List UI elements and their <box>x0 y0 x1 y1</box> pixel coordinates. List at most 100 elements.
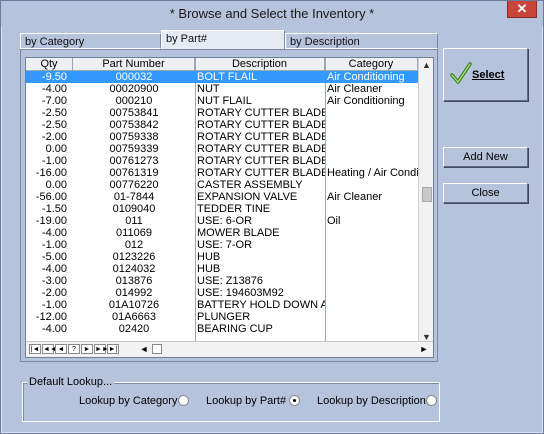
scroll-right-icon[interactable]: ► <box>417 343 431 356</box>
table-row[interactable]: -16.00 00761319 ROTARY CUTTER BLADE Heating… <box>26 167 418 179</box>
cell-description: HUB <box>197 263 221 275</box>
cell-part-number: 0123226 <box>112 251 156 263</box>
cell-part-number: 0124032 <box>112 263 156 275</box>
add-new-button[interactable]: Add New <box>443 147 528 167</box>
cell-part-number: 00761273 <box>109 155 159 167</box>
cell-qty: -9.50 <box>41 71 67 83</box>
nav-last-icon[interactable]: ►| <box>107 344 119 354</box>
table-row[interactable]: -12.00 01A6663 PLUNGER <box>26 311 418 323</box>
table-row[interactable]: -1.00 012 USE: 7-OR <box>26 239 418 251</box>
cell-category: Air Conditioning <box>327 95 405 107</box>
default-lookup-legend: Default Lookup... <box>27 376 115 388</box>
cell-qty: -1.50 <box>41 203 67 215</box>
scroll-thumb[interactable] <box>422 187 432 202</box>
table-row[interactable]: -4.00 011069 MOWER BLADE <box>26 227 418 239</box>
cell-description: ROTARY CUTTER BLADE <box>197 143 325 155</box>
cell-category <box>325 155 418 167</box>
cell-qty: 0.00 <box>45 179 67 191</box>
lookup-by-description-radio[interactable] <box>426 395 437 406</box>
grid-rows: -9.50 000032 BOLT FLAIL Air Conditioning -4.… <box>26 71 418 335</box>
tab-by-description[interactable]: by Description <box>285 33 438 49</box>
cell-category: Air Cleaner <box>327 83 383 95</box>
cell-part-number: 00020900 <box>109 83 159 95</box>
cell-description: NUT FLAIL <box>197 95 252 107</box>
table-row[interactable]: -56.00 01-7844 EXPANSION VALVE Air Cleaner <box>26 191 418 203</box>
table-row[interactable]: -9.50 000032 BOLT FLAIL Air Conditioning <box>26 71 418 83</box>
table-row[interactable]: -2.00 00759338 ROTARY CUTTER BLADE <box>26 131 418 143</box>
lookup-by-description-label[interactable]: Lookup by Description <box>317 395 426 407</box>
cell-description: BOLT FLAIL <box>197 71 258 83</box>
select-button[interactable]: Select <box>443 48 528 101</box>
table-row[interactable]: -1.00 00761273 ROTARY CUTTER BLADE <box>26 155 418 167</box>
cell-description: BATTERY HOLD DOWN ASY <box>197 299 325 311</box>
inventory-grid[interactable]: Qty Part Number Description Category -9.… <box>25 57 434 358</box>
table-row[interactable]: -3.00 013876 USE: Z13876 <box>26 275 418 287</box>
cell-description: PLUNGER <box>197 311 251 323</box>
table-row[interactable]: 0.00 00776220 CASTER ASSEMBLY <box>26 179 418 191</box>
table-row[interactable]: -7.00 000210 NUT FLAIL Air Conditioning <box>26 95 418 107</box>
cell-part-number: 013876 <box>115 275 153 287</box>
cell-qty: -16.00 <box>35 167 67 179</box>
lookup-by-part-label[interactable]: Lookup by Part# <box>206 395 286 407</box>
cell-category <box>325 263 418 275</box>
column-header-qty[interactable]: Qty <box>26 58 73 71</box>
cell-category <box>325 311 418 323</box>
cell-qty: -1.00 <box>41 299 67 311</box>
cell-part-number: 00759339 <box>109 143 159 155</box>
cell-part-number: 00776220 <box>109 179 159 191</box>
nav-page-forward-icon[interactable]: ►► <box>94 344 109 354</box>
scroll-left-icon[interactable]: ◄ <box>137 343 151 356</box>
table-row[interactable]: -5.00 0123226 HUB <box>26 251 418 263</box>
tab-by-category[interactable]: by Category <box>20 33 161 49</box>
lookup-by-part-radio[interactable] <box>289 395 300 406</box>
lookup-by-category-radio[interactable] <box>178 395 189 406</box>
cell-description: EXPANSION VALVE <box>197 191 298 203</box>
table-row[interactable]: -2.00 014992 USE: 194603M92 <box>26 287 418 299</box>
nav-first-icon[interactable]: |◄ <box>29 344 41 354</box>
cell-category <box>325 323 418 335</box>
cell-part-number: 02420 <box>118 323 150 335</box>
column-header-description[interactable]: Description <box>195 58 325 71</box>
select-button-label: Select <box>472 69 505 81</box>
table-row[interactable]: -1.50 0109040 TEDDER TINE <box>26 203 418 215</box>
nav-page-back-icon[interactable]: ◄◄ <box>42 344 57 354</box>
cell-part-number: 000032 <box>115 71 153 83</box>
table-row[interactable]: -19.00 011 USE: 6-OR Oil <box>26 215 418 227</box>
cell-description: TEDDER TINE <box>197 203 271 215</box>
cell-category <box>325 227 418 239</box>
table-row[interactable]: -1.00 01A10726 BATTERY HOLD DOWN ASY <box>26 299 418 311</box>
column-header-category[interactable]: Category <box>325 58 418 71</box>
cell-category <box>325 131 418 143</box>
tab-by-part-number[interactable]: by Part# <box>161 30 285 49</box>
table-row[interactable]: 0.00 00759339 ROTARY CUTTER BLADE <box>26 143 418 155</box>
cell-part-number: 01A10726 <box>108 299 160 311</box>
cell-category: Oil <box>327 215 341 227</box>
nav-next-icon[interactable]: ► <box>81 344 93 354</box>
column-header-part-number[interactable]: Part Number <box>73 58 195 71</box>
cell-description: HUB <box>197 251 221 263</box>
close-button[interactable]: Close <box>443 183 528 203</box>
scroll-up-icon[interactable]: ▲ <box>419 58 433 72</box>
cell-part-number: 00761319 <box>109 167 159 179</box>
table-row[interactable]: -2.50 00753842 ROTARY CUTTER BLADE <box>26 119 418 131</box>
cell-category <box>325 275 418 287</box>
cell-category <box>325 239 418 251</box>
vertical-scrollbar[interactable]: ▲ ▼ <box>418 58 433 344</box>
window-close-button[interactable]: ✕ <box>507 1 537 18</box>
cell-part-number: 012 <box>124 239 144 251</box>
cell-qty: -4.00 <box>41 323 67 335</box>
lookup-by-category-label[interactable]: Lookup by Category <box>79 395 177 407</box>
table-row[interactable]: -2.50 00753841 ROTARY CUTTER BLADE <box>26 107 418 119</box>
table-row[interactable]: -4.00 0124032 HUB <box>26 263 418 275</box>
nav-find-icon[interactable]: ? <box>68 344 80 354</box>
default-lookup-group: Default Lookup... Lookup by Category Loo… <box>22 376 440 422</box>
tab-panel: Qty Part Number Description Category -9.… <box>20 49 438 362</box>
cell-qty: -4.00 <box>41 227 67 239</box>
table-row[interactable]: -4.00 02420 BEARING CUP <box>26 323 418 335</box>
horizontal-scroll-thumb[interactable] <box>152 344 162 354</box>
cell-category <box>325 119 418 131</box>
cell-category <box>325 203 418 215</box>
nav-prev-icon[interactable]: ◄ <box>55 344 67 354</box>
cell-part-number: 011069 <box>116 227 152 239</box>
table-row[interactable]: -4.00 00020900 NUT Air Cleaner <box>26 83 418 95</box>
